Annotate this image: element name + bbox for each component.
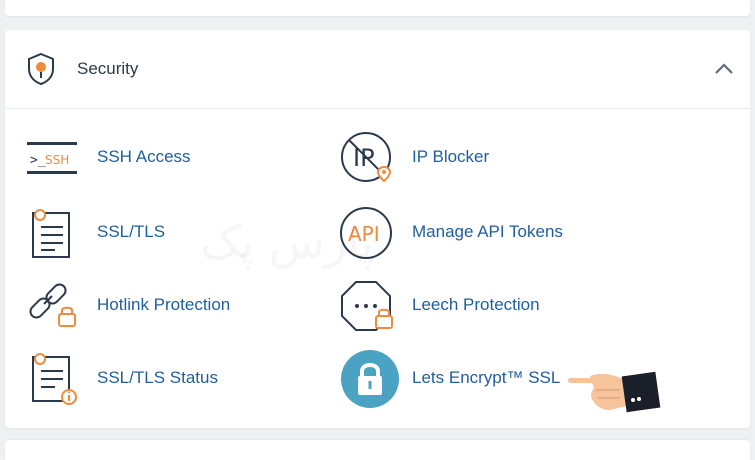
ssh-terminal-icon: >_ SSH [27, 142, 77, 174]
ssl-tls-status-label: SSL/TLS Status [97, 368, 218, 387]
ssh-access-label: SSH Access [97, 147, 191, 166]
security-shield-icon [28, 52, 54, 86]
svg-text:API: API [348, 222, 380, 246]
lets-encrypt-ssl-label: Lets Encrypt™ SSL [412, 368, 561, 387]
svg-text:SSH: SSH [45, 153, 69, 167]
svg-text:>_: >_ [30, 153, 46, 168]
section-header[interactable]: Security [5, 30, 750, 109]
padlock-icon [341, 350, 399, 408]
previous-section-card [5, 0, 750, 16]
manage-api-tokens-label: Manage API Tokens [412, 222, 563, 241]
certificate-icon [32, 209, 70, 258]
leech-protection-label: Leech Protection [412, 295, 540, 314]
chevron-up-icon[interactable] [711, 60, 737, 78]
api-icon: API [340, 207, 392, 259]
section-title: Security [77, 59, 139, 78]
hotlink-chain-lock-icon [29, 283, 76, 327]
leech-protection-icon [341, 281, 393, 331]
ip-blocker-label: IP Blocker [412, 147, 490, 166]
next-section-card [5, 440, 750, 460]
hotlink-protection-label: Hotlink Protection [97, 295, 231, 314]
ip-blocker-icon: IP [341, 132, 392, 183]
pointing-hand-icon [568, 371, 661, 413]
ssl-tls-label: SSL/TLS [97, 222, 166, 241]
certificate-status-icon [32, 353, 77, 405]
